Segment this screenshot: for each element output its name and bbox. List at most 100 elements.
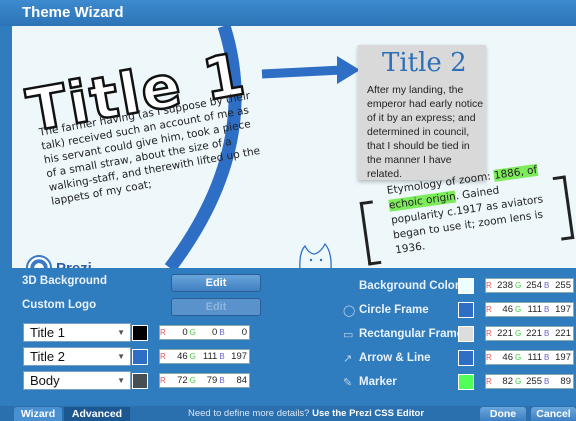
circle-frame-swatch[interactable] [458, 302, 474, 318]
theme-preview: Title 1 The farmer having (as I suppose … [12, 26, 576, 268]
b-label: B [544, 353, 550, 362]
circle-icon: ◯ [343, 305, 356, 317]
r-label: R [486, 329, 492, 338]
body-rgb-field[interactable]: R 72 G 79 B 84 [159, 373, 250, 388]
b-label: B [544, 377, 550, 386]
font-select-value: Title 1 [30, 325, 65, 340]
title-2-body-text: After my landing, the emperor had early … [367, 84, 484, 180]
title-2-color-swatch[interactable] [132, 349, 148, 365]
r-label: R [486, 377, 492, 386]
b-value: 89 [560, 376, 571, 387]
arrow-line-rgb-field[interactable]: R 46 G 111 B 197 [485, 350, 574, 365]
g-value: 221 [526, 328, 542, 339]
b-value: 197 [555, 304, 571, 315]
b-label: B [219, 352, 225, 361]
3d-background-label: 3D Background [22, 275, 107, 287]
r-label: R [486, 305, 492, 314]
b-label: B [219, 376, 225, 385]
theme-wizard-window: Theme Wizard Title 1 The farmer having (… [0, 0, 576, 421]
marker-label: Marker [359, 376, 397, 388]
custom-logo-edit-button[interactable]: Edit [171, 298, 261, 316]
tab-advanced[interactable]: Advanced [64, 407, 130, 421]
settings-panel: 3D Background Edit Custom Logo Edit Titl… [12, 268, 576, 408]
g-label: G [515, 353, 522, 362]
r-value: 72 [177, 375, 188, 386]
cat-doodle [299, 242, 332, 268]
arrow-line [261, 65, 343, 79]
marker-rgb-field[interactable]: R 82 G 255 B 89 [485, 374, 574, 389]
background-color-label: Background Color [359, 280, 460, 292]
r-value: 238 [497, 280, 513, 291]
b-label: B [544, 305, 550, 314]
custom-logo-label: Custom Logo [22, 299, 97, 311]
font-select-body[interactable]: Body ▼ [23, 371, 131, 390]
g-value: 111 [527, 304, 542, 315]
tab-wizard[interactable]: Wizard [14, 407, 62, 421]
b-value: 221 [555, 328, 571, 339]
arrow-icon: ↗ [343, 353, 353, 365]
g-label: G [189, 376, 196, 385]
prezi-logo-text: Prezi [56, 259, 92, 269]
b-value: 197 [555, 352, 571, 363]
marker-icon: ✎ [343, 377, 353, 389]
css-editor-help: Need to define more details? Use the Pre… [188, 407, 424, 421]
r-value: 221 [497, 328, 513, 339]
g-label: G [515, 305, 522, 314]
r-label: R [160, 352, 166, 361]
g-label: G [515, 329, 522, 338]
prezi-logo: Prezi [26, 252, 92, 268]
r-label: R [160, 328, 166, 337]
b-value: 0 [241, 327, 248, 338]
g-label: G [515, 377, 522, 386]
help-text: Need to define more details? [188, 408, 310, 419]
chevron-down-icon: ▼ [117, 328, 125, 337]
chevron-down-icon: ▼ [117, 352, 125, 361]
done-button[interactable]: Done [480, 407, 526, 421]
rectangular-frames-swatch[interactable] [458, 326, 474, 342]
r-label: R [160, 376, 166, 385]
title-2-rgb-field[interactable]: R 46 G 111 B 197 [159, 349, 250, 364]
g-value: 79 [206, 375, 218, 386]
r-value: 46 [502, 304, 513, 315]
g-value: 111 [202, 351, 218, 362]
background-color-swatch[interactable] [458, 278, 474, 294]
background-color-rgb-field[interactable]: R 238 G 254 B 255 [485, 278, 574, 293]
b-value: 255 [555, 280, 571, 291]
title-2-sample: Title 2 [382, 48, 467, 78]
body-color-swatch[interactable] [132, 373, 148, 389]
g-value: 111 [527, 352, 542, 363]
title-1-rgb-field[interactable]: R0 G0 B0 [159, 325, 250, 340]
font-select-value: Title 2 [30, 349, 65, 364]
r-value: 46 [502, 352, 513, 363]
r-label: R [486, 353, 492, 362]
g-value: 0 [212, 327, 218, 338]
prezi-logo-icon [26, 255, 52, 268]
b-value: 84 [236, 375, 248, 386]
marker-swatch[interactable] [458, 374, 474, 390]
g-value: 255 [526, 376, 542, 387]
circle-frame-rgb-field[interactable]: R 46 G 111 B 197 [485, 302, 574, 317]
chevron-down-icon: ▼ [117, 376, 125, 385]
css-editor-link[interactable]: Use the Prezi CSS Editor [312, 408, 424, 419]
r-label: R [486, 281, 492, 290]
b-label: B [544, 329, 550, 338]
font-select-title-2[interactable]: Title 2 ▼ [23, 347, 131, 366]
b-label: B [544, 281, 550, 290]
b-value: 197 [231, 351, 248, 362]
font-select-value: Body [30, 373, 60, 388]
r-value: 82 [502, 376, 513, 387]
circle-frame-label: Circle Frame [359, 304, 429, 316]
arrow-line-swatch[interactable] [458, 350, 474, 366]
r-value: 46 [177, 351, 188, 362]
g-value: 254 [526, 280, 542, 291]
font-select-title-1[interactable]: Title 1 ▼ [23, 323, 131, 342]
window-title: Theme Wizard [0, 0, 576, 26]
3d-background-edit-button[interactable]: Edit [171, 274, 261, 292]
b-label: B [219, 328, 225, 337]
title-1-color-swatch[interactable] [132, 325, 148, 341]
arrow-line-label: Arrow & Line [359, 352, 431, 364]
rectangular-frames-label: Rectangular Frames [359, 328, 470, 340]
rectangular-frames-rgb-field[interactable]: R 221 G 221 B 221 [485, 326, 574, 341]
rectangle-icon: ▭ [343, 329, 354, 341]
cancel-button[interactable]: Cancel [531, 407, 576, 421]
